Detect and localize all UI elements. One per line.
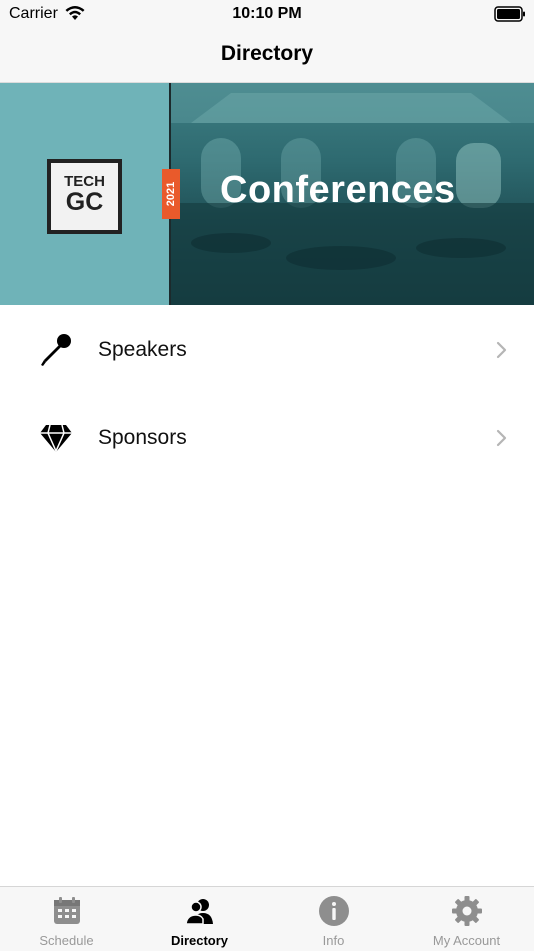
- diamond-icon: [40, 424, 72, 453]
- navigation-bar: Directory: [0, 30, 534, 83]
- microphone-icon: [41, 334, 71, 366]
- battery-icon: [494, 6, 525, 22]
- info-icon: [319, 896, 349, 926]
- tab-label: Info: [322, 933, 345, 948]
- list-item-label: Sponsors: [98, 426, 187, 449]
- year-badge-text: 2021: [165, 181, 177, 207]
- year-badge: 2021: [162, 169, 180, 219]
- tab-directory[interactable]: Directory: [133, 887, 266, 951]
- status-time: 10:10 PM: [232, 5, 302, 22]
- page-title: Directory: [220, 42, 314, 65]
- chevron-right-icon: [496, 341, 507, 359]
- gear-icon: [452, 896, 482, 926]
- tech-gc-logo: TECH GC: [47, 159, 122, 234]
- tab-schedule[interactable]: Schedule: [0, 887, 133, 951]
- list-item-label: Speakers: [98, 338, 187, 361]
- chevron-right-icon: [496, 429, 507, 447]
- tab-label: Directory: [170, 933, 229, 948]
- tab-info[interactable]: Info: [267, 887, 400, 951]
- list-item-speakers[interactable]: Speakers: [0, 306, 534, 394]
- tab-my-account[interactable]: My Account: [400, 887, 533, 951]
- logo-text-bottom: GC: [65, 188, 104, 216]
- list-item-sponsors[interactable]: Sponsors: [0, 394, 534, 482]
- status-bar: Carrier 10:10 PM: [0, 0, 534, 30]
- tab-label: Schedule: [39, 933, 94, 948]
- conference-banner: TECH GC 2021 Conferences: [0, 83, 534, 305]
- banner-title: Conferences: [220, 169, 456, 211]
- people-icon: [185, 899, 213, 925]
- calendar-icon: [54, 897, 80, 924]
- tab-label: My Account: [432, 933, 501, 948]
- tab-bar: Schedule Directory Info My Account: [0, 886, 534, 951]
